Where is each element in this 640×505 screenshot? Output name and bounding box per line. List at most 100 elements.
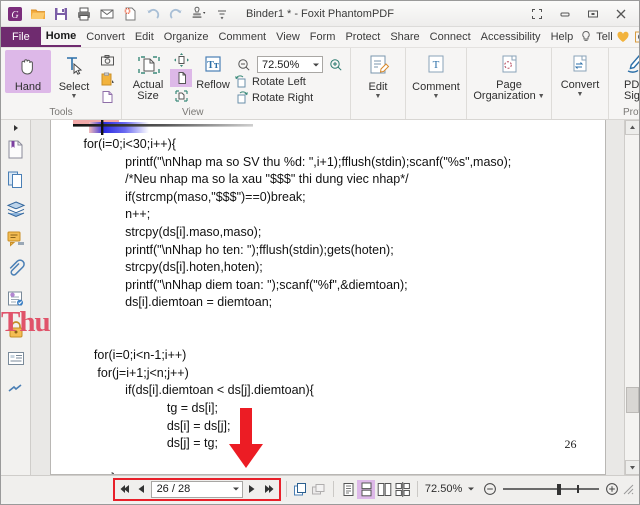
open-folder-icon[interactable] xyxy=(27,3,49,25)
menu-bar: File Home Convert Edit Organize Comment … xyxy=(1,27,639,48)
lightbulb-icon[interactable] xyxy=(578,29,593,46)
edit-button-caret-icon[interactable]: ▼ xyxy=(375,93,382,100)
page-number-label: 26 xyxy=(564,437,577,451)
menu-item-connect[interactable]: Connect xyxy=(425,27,476,47)
print-icon[interactable] xyxy=(73,3,95,25)
redo-icon[interactable] xyxy=(165,3,187,25)
rotate-left-button[interactable]: Rotate Left xyxy=(234,75,346,89)
menu-item-home[interactable]: Home xyxy=(40,27,82,47)
new-from-file-icon[interactable] xyxy=(119,3,141,25)
sidebar-item-bookmarks[interactable] xyxy=(3,134,29,164)
customize-toolbar-icon[interactable] xyxy=(211,3,233,25)
minimize-button[interactable] xyxy=(551,3,579,25)
sidebar-item-comments[interactable] xyxy=(3,224,29,254)
undo-icon[interactable] xyxy=(142,3,164,25)
page-number-field[interactable]: 26 / 28 xyxy=(150,480,243,498)
sidebar-item-fields[interactable] xyxy=(3,344,29,374)
status-zoom-value[interactable]: 72.50% xyxy=(425,483,462,495)
menu-item-view[interactable]: View xyxy=(271,27,305,47)
continuous-facing-view-icon[interactable] xyxy=(394,480,412,499)
sidebar-item-pages[interactable] xyxy=(3,164,29,194)
select-page-icon[interactable] xyxy=(97,88,117,105)
snapshot-icon[interactable] xyxy=(97,52,117,69)
ribbon-group-view: Actual Size Tт Reflow 72.50% Rotate Left… xyxy=(122,48,351,119)
heart-icon[interactable] xyxy=(616,29,631,46)
zoom-in-icon[interactable] xyxy=(326,56,346,73)
menu-item-organize[interactable]: Organize xyxy=(159,27,214,47)
rotate-left-label: Rotate Left xyxy=(252,76,306,88)
sidebar-item-stamps[interactable] xyxy=(3,374,29,404)
convert-button[interactable]: Convert ▼ xyxy=(556,50,604,98)
zoom-slider[interactable] xyxy=(502,482,599,496)
sidebar-item-attachments[interactable] xyxy=(3,254,29,284)
restore-button[interactable] xyxy=(579,3,607,25)
foxit-logo-icon[interactable]: G xyxy=(4,3,26,25)
menu-item-share[interactable]: Share xyxy=(385,27,424,47)
edit-button[interactable]: Edit ▼ xyxy=(355,50,401,100)
scrollbar-thumb[interactable] xyxy=(625,387,639,413)
select-tool-caret-icon[interactable]: ▼ xyxy=(71,93,78,100)
reflow-button[interactable]: Tт Reflow xyxy=(192,50,234,91)
page-organization-caret-icon[interactable]: ▼ xyxy=(538,93,545,100)
next-page-button[interactable] xyxy=(244,481,261,498)
pdf-sign-button[interactable]: PDF Sign xyxy=(613,50,639,102)
split-view-icon[interactable] xyxy=(292,480,310,499)
scrollbar-track[interactable] xyxy=(624,135,639,460)
previous-page-button[interactable] xyxy=(133,481,150,498)
ribbon-group-tools: Hand Select ▼ Tools xyxy=(1,48,122,119)
search-icon[interactable] xyxy=(634,29,639,46)
reading-mode-icon[interactable] xyxy=(310,480,328,499)
stamp-icon[interactable] xyxy=(188,3,210,25)
facing-view-icon[interactable] xyxy=(375,480,393,499)
continuous-view-icon[interactable] xyxy=(357,479,376,499)
comment-button-caret-icon[interactable]: ▼ xyxy=(433,93,440,100)
fit-width-icon[interactable] xyxy=(171,51,191,69)
last-page-button[interactable] xyxy=(261,481,278,498)
vertical-scrollbar[interactable] xyxy=(624,120,639,475)
fit-page-icon[interactable] xyxy=(170,69,192,87)
select-tool-label: Select xyxy=(58,81,90,93)
scroll-down-button[interactable] xyxy=(624,460,639,475)
menu-item-convert[interactable]: Convert xyxy=(81,27,130,47)
zoom-level-field[interactable]: 72.50% xyxy=(257,56,323,73)
sidebar-item-security[interactable] xyxy=(3,314,29,344)
convert-button-caret-icon[interactable]: ▼ xyxy=(577,91,584,98)
document-viewport[interactable]: for(i=0;i<30;i++){ printf("\nNhap ma so … xyxy=(31,120,624,475)
fit-visible-icon[interactable] xyxy=(171,87,191,105)
menu-item-file[interactable]: File xyxy=(1,27,41,47)
tell-me-label[interactable]: Tell xyxy=(596,31,613,43)
clipboard-icon[interactable] xyxy=(97,70,117,87)
menu-item-comment[interactable]: Comment xyxy=(213,27,271,47)
status-zoom-dropdown-icon[interactable] xyxy=(462,480,480,499)
ribbon-toolbar: Hand Select ▼ Tools Actual Size Tт Reflo… xyxy=(1,48,639,120)
sidebar-item-layers[interactable] xyxy=(3,194,29,224)
menu-item-accessibility[interactable]: Accessibility xyxy=(476,27,546,47)
scroll-up-button[interactable] xyxy=(624,120,639,135)
menu-item-form[interactable]: Form xyxy=(305,27,341,47)
rotate-right-button[interactable]: Rotate Right xyxy=(234,91,346,105)
fullscreen-button[interactable] xyxy=(523,3,551,25)
sidebar-item-signatures[interactable] xyxy=(3,284,29,314)
zoom-slider-tick xyxy=(576,485,579,493)
single-page-view-icon[interactable] xyxy=(339,480,357,499)
resize-grip[interactable] xyxy=(621,482,635,496)
menu-item-help[interactable]: Help xyxy=(546,27,579,47)
expand-navigation-pane-icon[interactable] xyxy=(1,122,30,134)
first-page-button[interactable] xyxy=(116,481,133,498)
close-button[interactable] xyxy=(607,3,635,25)
hand-tool-button[interactable]: Hand xyxy=(5,50,51,93)
actual-size-button[interactable]: Actual Size xyxy=(126,50,170,102)
zoom-slider-handle[interactable] xyxy=(556,483,561,495)
save-icon[interactable] xyxy=(50,3,72,25)
menu-item-protect[interactable]: Protect xyxy=(340,27,385,47)
email-icon[interactable] xyxy=(96,3,118,25)
zoom-out-icon[interactable] xyxy=(234,56,254,73)
zoom-out-button[interactable] xyxy=(480,480,498,499)
comment-button[interactable]: T Comment ▼ xyxy=(410,50,462,100)
zoom-in-button[interactable] xyxy=(603,480,621,499)
menu-item-edit[interactable]: Edit xyxy=(130,27,159,47)
ribbon-group-protect-label: Protect xyxy=(623,107,639,118)
zoom-controls: 72.50% xyxy=(234,52,346,73)
select-tool-button[interactable]: Select ▼ xyxy=(51,50,97,100)
page-organization-button[interactable]: Page Organization ▼ xyxy=(471,50,547,102)
